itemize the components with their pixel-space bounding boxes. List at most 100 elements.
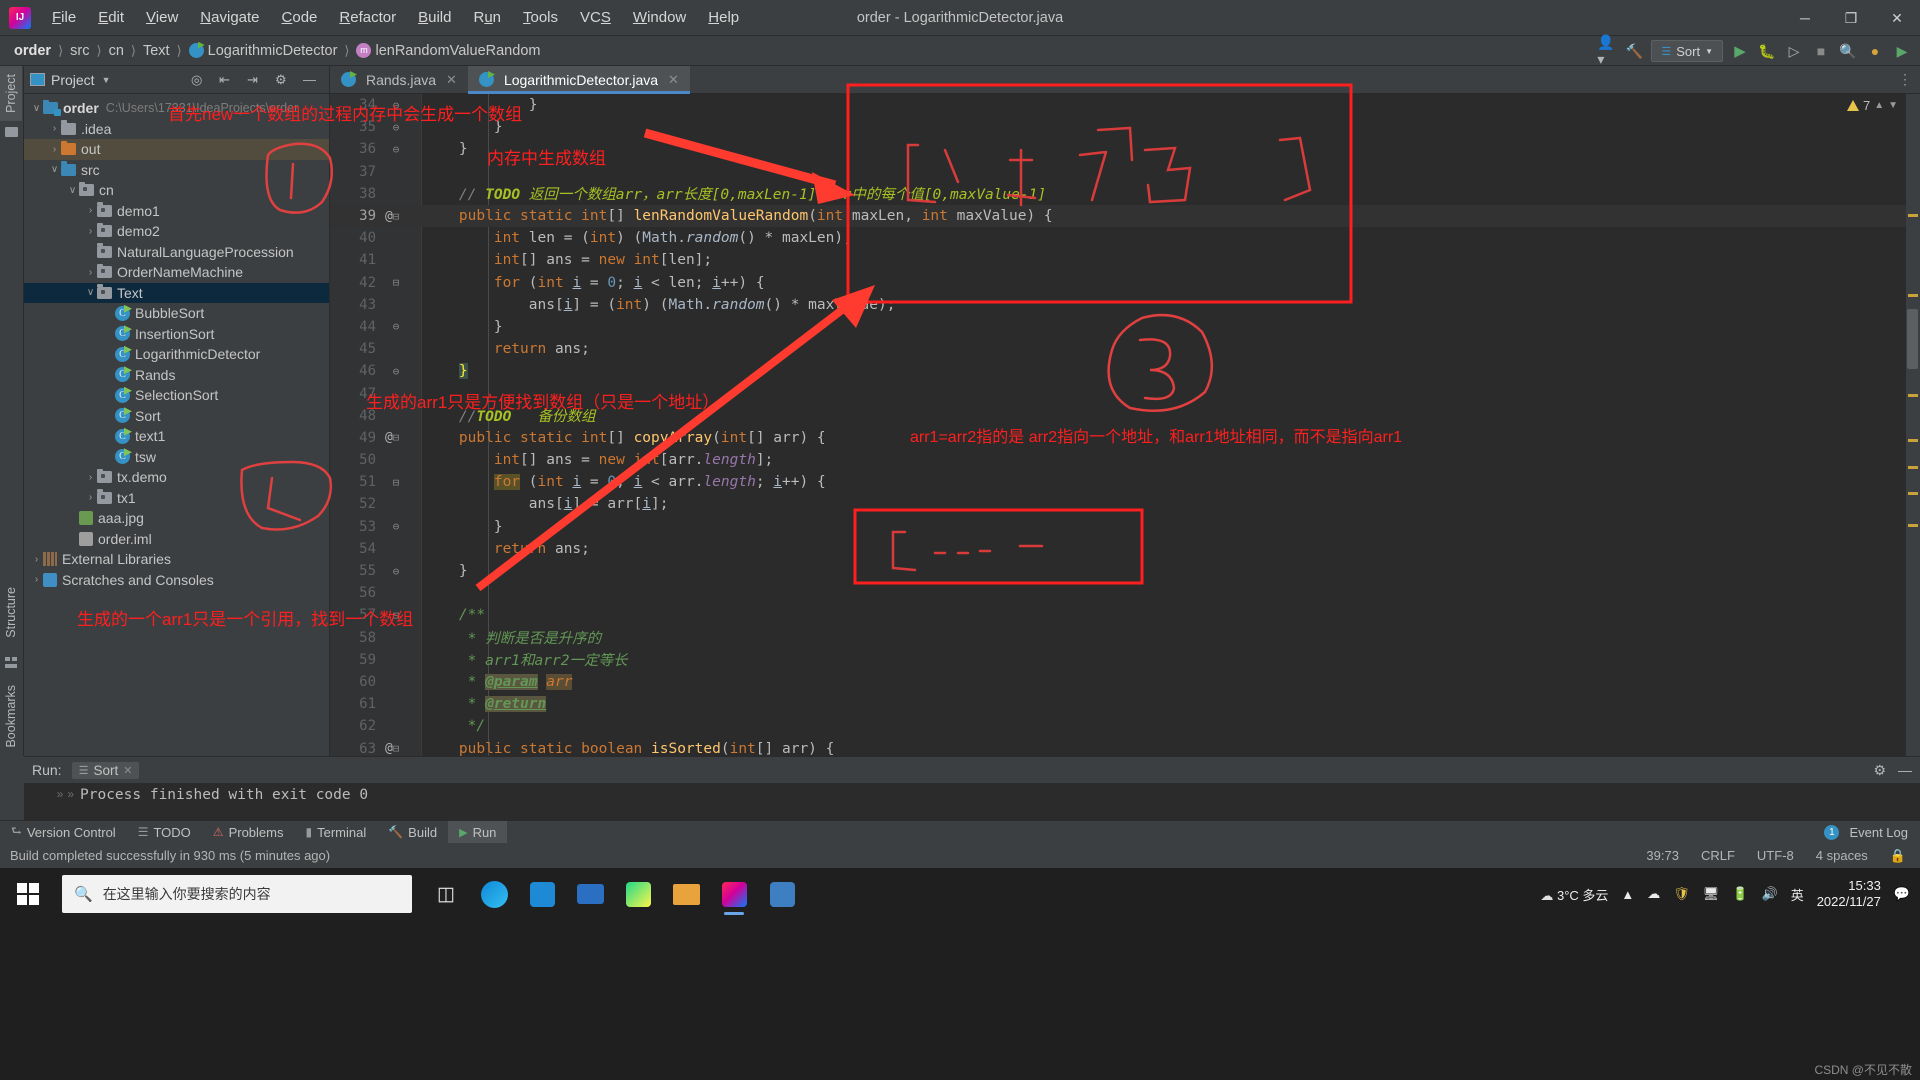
tree-node-naturallanguageprocession[interactable]: ›NaturalLanguageProcession bbox=[24, 242, 329, 263]
code-line[interactable]: 39@⊟ public static int[] lenRandomValueR… bbox=[330, 205, 1920, 227]
menu-tools[interactable]: Tools bbox=[512, 5, 569, 30]
fold-marker[interactable]: ⊖ bbox=[384, 365, 408, 378]
chevron-down-icon[interactable]: ▼ bbox=[1888, 100, 1898, 111]
code-line[interactable]: 40 int len = (int) (Math.random() * maxL… bbox=[330, 227, 1920, 249]
menu-help[interactable]: Help bbox=[697, 5, 750, 30]
breadcrumb-item-src[interactable]: src bbox=[66, 42, 93, 60]
breadcrumb-item-order[interactable]: order bbox=[10, 42, 55, 60]
tree-node-text[interactable]: ∨Text bbox=[24, 283, 329, 304]
fold-marker[interactable]: ⊟ bbox=[384, 476, 408, 489]
tree-node-aaa-jpg[interactable]: ›aaa.jpg bbox=[24, 508, 329, 529]
chevron-down-icon[interactable]: ∨ bbox=[84, 287, 97, 298]
tree-node-cn[interactable]: ∨cn bbox=[24, 180, 329, 201]
fold-marker[interactable]: ⊖ bbox=[384, 143, 408, 156]
updates-icon[interactable]: ● bbox=[1865, 41, 1885, 61]
collapse-all-icon[interactable]: ⇥ bbox=[247, 72, 263, 88]
chevron-right-icon[interactable]: › bbox=[84, 267, 97, 278]
code-line[interactable]: 49@⊟ public static int[] copyArray(int[]… bbox=[330, 427, 1920, 449]
tab-rands-java[interactable]: Rands.java ✕ bbox=[330, 66, 468, 93]
code-line[interactable]: 44⊖ } bbox=[330, 316, 1920, 338]
menu-build[interactable]: Build bbox=[407, 5, 462, 30]
edge-icon[interactable] bbox=[472, 871, 516, 917]
debug-button[interactable]: 🐛 bbox=[1757, 41, 1777, 61]
chevron-right-icon[interactable]: › bbox=[84, 492, 97, 503]
event-log-label[interactable]: Event Log bbox=[1849, 825, 1908, 840]
tree-node-bubblesort[interactable]: ›BubbleSort bbox=[24, 303, 329, 324]
fold-marker[interactable]: ⊖ bbox=[384, 520, 408, 533]
network-icon[interactable]: 🖥 bbox=[1703, 886, 1720, 902]
tree-node-out[interactable]: ›out bbox=[24, 139, 329, 160]
gutter-annotation-icon[interactable]: @ bbox=[385, 741, 393, 756]
app-icon[interactable] bbox=[760, 871, 804, 917]
hide-icon[interactable]: — bbox=[303, 72, 319, 88]
tree-node-demo2[interactable]: ›demo2 bbox=[24, 221, 329, 242]
tray-chevron-icon[interactable]: ▲ bbox=[1621, 887, 1634, 902]
tree-node-scratches-and-consoles[interactable]: ›Scratches and Consoles bbox=[24, 570, 329, 591]
bottom-tool-terminal[interactable]: ▮ Terminal bbox=[294, 821, 377, 844]
expand-icon[interactable]: » bbox=[67, 787, 74, 801]
chevron-right-icon[interactable]: › bbox=[84, 205, 97, 216]
file-encoding[interactable]: UTF-8 bbox=[1757, 848, 1794, 863]
run-tab-sort[interactable]: ☰ Sort ✕ bbox=[72, 762, 140, 779]
line-separator[interactable]: CRLF bbox=[1701, 848, 1735, 863]
hide-icon[interactable]: — bbox=[1898, 762, 1912, 778]
code-line[interactable]: 36⊖ } bbox=[330, 138, 1920, 160]
chevron-right-icon[interactable]: › bbox=[48, 123, 61, 134]
tree-node-order[interactable]: ∨orderC:\Users\17331\IdeaProjects\order bbox=[24, 98, 329, 119]
bottom-tool-run[interactable]: ▶ Run bbox=[448, 821, 507, 844]
menu-navigate[interactable]: Navigate bbox=[189, 5, 270, 30]
maximize-button[interactable]: ❐ bbox=[1828, 0, 1874, 36]
code-line[interactable]: 47 bbox=[330, 382, 1920, 404]
hammer-icon[interactable]: 🔨 bbox=[1624, 41, 1644, 61]
code-line[interactable]: 42⊟ for (int i = 0; i < len; i++) { bbox=[330, 272, 1920, 294]
code-line[interactable]: 63@⊟ public static boolean isSorted(int[… bbox=[330, 737, 1920, 756]
close-icon[interactable]: ✕ bbox=[668, 72, 679, 88]
folder-icon[interactable] bbox=[0, 125, 23, 140]
chevron-up-icon[interactable]: ▲ bbox=[1874, 100, 1884, 111]
run-with-coverage-button[interactable]: ▷ bbox=[1784, 41, 1804, 61]
menu-refactor[interactable]: Refactor bbox=[328, 5, 407, 30]
chevron-right-icon[interactable]: › bbox=[30, 554, 43, 565]
tree-node-tx-demo[interactable]: ›tx.demo bbox=[24, 467, 329, 488]
fold-marker[interactable]: ⊖ bbox=[384, 320, 408, 333]
scrollbar-markers[interactable] bbox=[1906, 94, 1920, 756]
chevron-right-icon[interactable]: › bbox=[30, 574, 43, 585]
pycharm-icon[interactable] bbox=[616, 871, 660, 917]
chevron-down-icon[interactable]: ∨ bbox=[66, 185, 79, 196]
bottom-tool-problems[interactable]: ⚠ Problems bbox=[202, 821, 295, 844]
user-icon[interactable]: 👤▾ bbox=[1597, 41, 1617, 61]
tree-node-external-libraries[interactable]: ›External Libraries bbox=[24, 549, 329, 570]
close-button[interactable]: ✕ bbox=[1874, 0, 1920, 36]
inspection-widget[interactable]: 7 ▲ ▼ bbox=[1847, 98, 1898, 113]
tree-node-src[interactable]: ∨src bbox=[24, 160, 329, 181]
close-icon[interactable]: ✕ bbox=[123, 764, 132, 777]
code-editor[interactable]: 34⊖ }35⊖ }36⊖ }3738 // TODO 返回一个数组arr，ar… bbox=[330, 94, 1920, 756]
code-line[interactable]: 52 ans[i] = arr[i]; bbox=[330, 493, 1920, 515]
close-icon[interactable]: ✕ bbox=[446, 72, 457, 88]
tool-window-bookmarks[interactable]: Bookmarks bbox=[0, 677, 22, 756]
battery-icon[interactable]: 🔋 bbox=[1732, 886, 1748, 902]
weather-widget[interactable]: ☁ 3°C 多云 bbox=[1540, 885, 1608, 904]
tree-node-order-iml[interactable]: ›order.iml bbox=[24, 529, 329, 550]
tree-node-insertionsort[interactable]: ›InsertionSort bbox=[24, 324, 329, 345]
indent-setting[interactable]: 4 spaces bbox=[1816, 848, 1868, 863]
code-line[interactable]: 53⊖ } bbox=[330, 516, 1920, 538]
settings-icon[interactable]: ⚙ bbox=[1873, 762, 1886, 779]
ime-indicator[interactable]: 英 bbox=[1791, 885, 1804, 904]
menu-edit[interactable]: Edit bbox=[87, 5, 135, 30]
caret-position[interactable]: 39:73 bbox=[1646, 848, 1679, 863]
menu-run[interactable]: Run bbox=[462, 5, 512, 30]
tree-node-selectionsort[interactable]: ›SelectionSort bbox=[24, 385, 329, 406]
explorer-icon[interactable] bbox=[664, 871, 708, 917]
code-line[interactable]: 57⊟ /** bbox=[330, 604, 1920, 626]
breadcrumb-item-method[interactable]: lenRandomValueRandom bbox=[352, 42, 544, 60]
mail-icon[interactable] bbox=[568, 871, 612, 917]
notification-icon[interactable]: 💬 bbox=[1894, 886, 1910, 902]
taskbar-search[interactable]: 🔍 在这里输入你要搜索的内容 bbox=[62, 875, 412, 913]
tree-node-demo1[interactable]: ›demo1 bbox=[24, 201, 329, 222]
tree-node--idea[interactable]: ›.idea bbox=[24, 119, 329, 140]
code-line[interactable]: 58 * 判断是否是升序的 bbox=[330, 627, 1920, 649]
menu-code[interactable]: Code bbox=[271, 5, 329, 30]
bottom-tool-version-control[interactable]: ⮑ Version Control bbox=[0, 821, 127, 844]
code-line[interactable]: 60 * @param arr bbox=[330, 671, 1920, 693]
